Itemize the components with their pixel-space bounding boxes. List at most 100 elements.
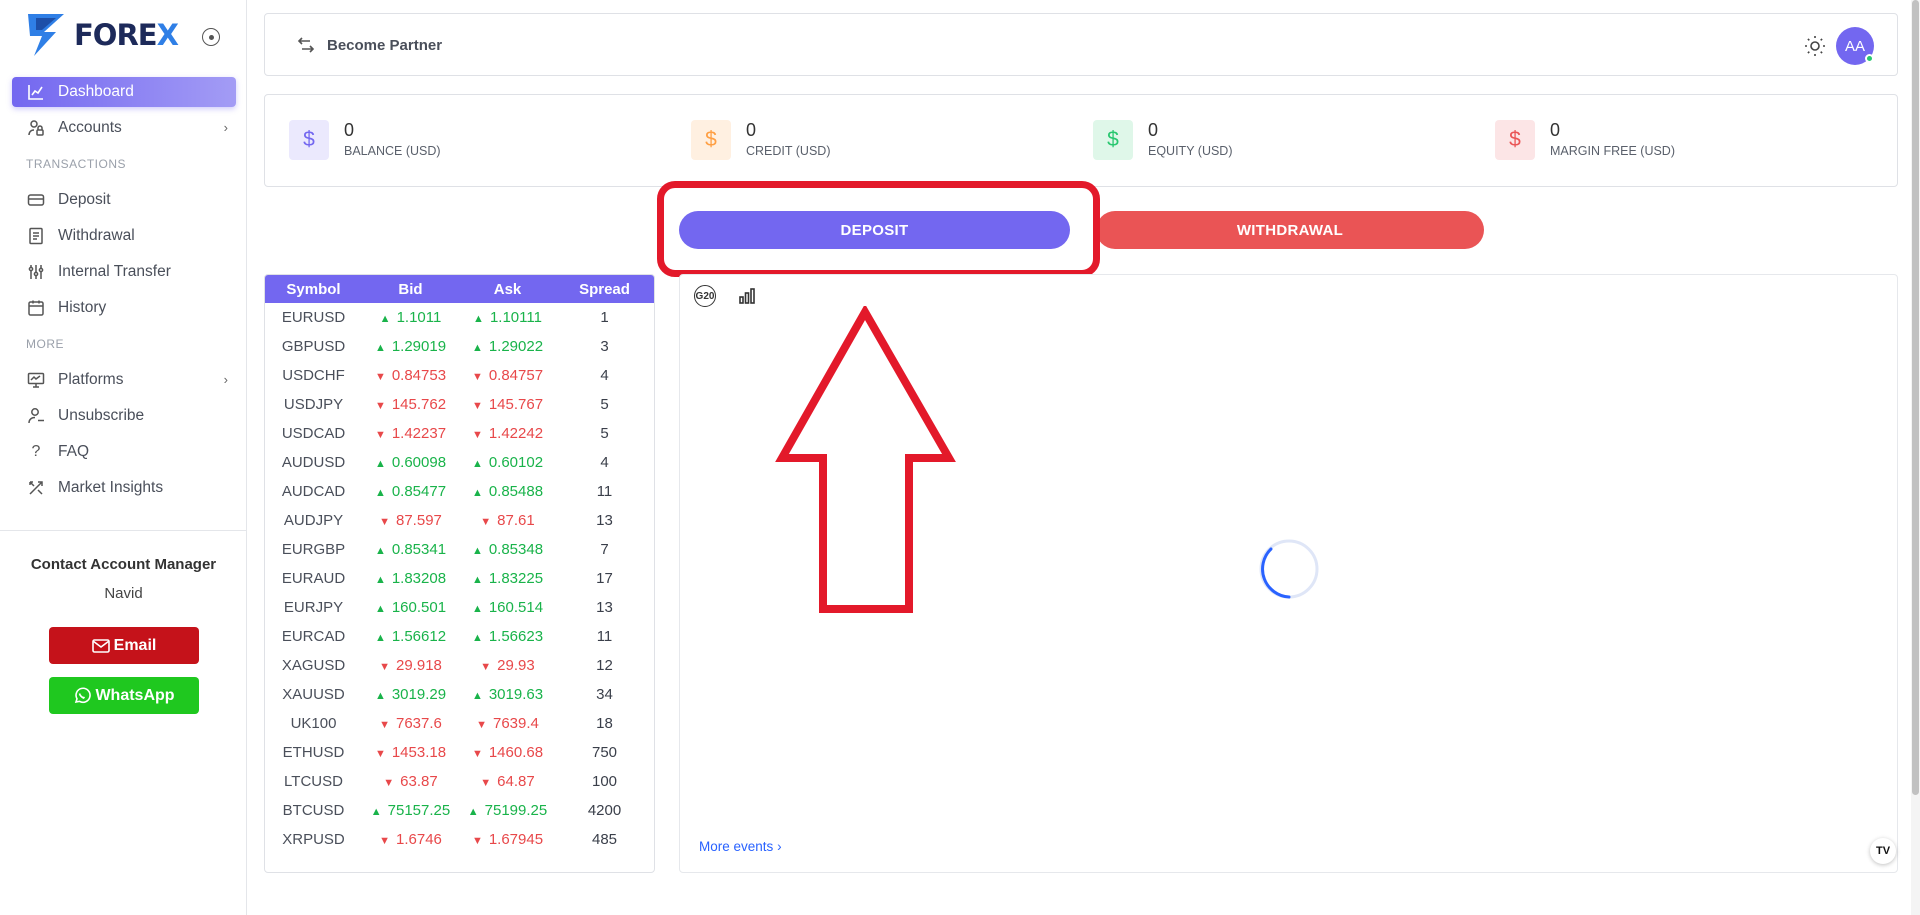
table-row[interactable]: LTCUSD ▼ 63.87 ▼ 64.87 100 — [265, 767, 654, 796]
sidebar-item-market-insights[interactable]: Market Insights — [12, 473, 236, 503]
avatar[interactable]: AA — [1836, 27, 1874, 65]
table-row[interactable]: AUDCAD ▲ 0.85477 ▲ 0.85488 11 — [265, 477, 654, 506]
arrow-up-icon: ▲ — [374, 574, 386, 586]
email-button[interactable]: Email — [49, 627, 199, 664]
table-row[interactable]: EURGBP ▲ 0.85341 ▲ 0.85348 7 — [265, 535, 654, 564]
page-scrollbar[interactable] — [1911, 0, 1920, 915]
sidebar-collapse-button[interactable] — [202, 28, 220, 46]
spread-cell: 12 — [596, 657, 613, 674]
ask-cell: ▲ 1.10111 — [459, 309, 556, 326]
brand-logo[interactable]: FOREX — [26, 12, 179, 58]
sidebar-item-label: Internal Transfer — [58, 263, 171, 280]
table-row[interactable]: USDJPY ▼ 145.762 ▼ 145.767 5 — [265, 390, 654, 419]
arrow-up-icon: ▲ — [374, 603, 386, 615]
withdrawal-button[interactable]: WITHDRAWAL — [1096, 211, 1484, 249]
symbol-cell: AUDUSD — [281, 454, 346, 471]
whatsapp-button[interactable]: WhatsApp — [49, 677, 199, 714]
table-row[interactable]: ETHUSD ▼ 1453.18 ▼ 1460.68 750 — [265, 738, 654, 767]
symbol-cell: USDJPY — [283, 396, 344, 413]
bid-cell-value: 63.87 — [400, 773, 438, 790]
table-row[interactable]: USDCHF ▼ 0.84753 ▼ 0.84757 4 — [265, 361, 654, 390]
arrow-down-icon: ▼ — [374, 400, 386, 412]
table-row[interactable]: GBPUSD ▲ 1.29019 ▲ 1.29022 3 — [265, 332, 654, 361]
sidebar-item-platforms[interactable]: Platforms › — [12, 365, 236, 395]
transfer-icon — [26, 262, 46, 282]
quotes-table-header: Symbol Bid Ask Spread — [265, 275, 654, 303]
symbol-cell: UK100 — [290, 715, 337, 732]
bid-cell: ▲ 0.60098 — [362, 454, 459, 471]
stat-value: 0 — [1550, 120, 1561, 140]
sidebar-item-faq[interactable]: ? FAQ — [12, 437, 236, 467]
sidebar-item-accounts[interactable]: Accounts › — [12, 113, 236, 143]
spread-cell: 4200 — [587, 802, 622, 819]
table-row[interactable]: EURCAD ▲ 1.56612 ▲ 1.56623 11 — [265, 622, 654, 651]
table-row[interactable]: USDCAD ▼ 1.42237 ▼ 1.42242 5 — [265, 419, 654, 448]
sidebar-item-deposit[interactable]: Deposit — [12, 185, 236, 215]
become-partner-link[interactable]: Become Partner — [295, 34, 442, 56]
table-row[interactable]: EURAUD ▲ 1.83208 ▲ 1.83225 17 — [265, 564, 654, 593]
bid-cell-value: 0.60098 — [391, 454, 447, 471]
sidebar-item-internal-transfer[interactable]: Internal Transfer — [12, 257, 236, 287]
stat-credit: $ 0 CREDIT (USD) — [691, 120, 831, 162]
more-events-link[interactable]: More events › — [699, 839, 782, 854]
bar-chart-icon[interactable] — [737, 286, 757, 306]
arrow-down-icon: ▼ — [471, 835, 483, 847]
table-row[interactable]: XAGUSD ▼ 29.918 ▼ 29.93 12 — [265, 651, 654, 680]
mail-icon — [91, 638, 110, 653]
sidebar-item-label: Market Insights — [58, 479, 164, 496]
ask-cell-value: 145.767 — [488, 396, 544, 413]
ask-cell-value: 3019.63 — [488, 686, 544, 703]
column-header-bid: Bid — [398, 280, 423, 298]
sidebar-item-label: FAQ — [58, 443, 90, 460]
more-events-label: More events — [699, 839, 774, 854]
sidebar-item-unsubscribe[interactable]: Unsubscribe — [12, 401, 236, 431]
sidebar-item-withdrawal[interactable]: Withdrawal — [12, 221, 236, 251]
arrow-up-icon: ▲ — [471, 545, 483, 557]
ask-cell-value: 7639.4 — [493, 715, 539, 732]
table-row[interactable]: AUDUSD ▲ 0.60098 ▲ 0.60102 4 — [265, 448, 654, 477]
ask-cell-value: 1.67945 — [488, 831, 544, 848]
table-row[interactable]: UK100 ▼ 7637.6 ▼ 7639.4 18 — [265, 709, 654, 738]
symbol-cell: GBPUSD — [281, 338, 346, 355]
table-row[interactable]: XAUUSD ▲ 3019.29 ▲ 3019.63 34 — [265, 680, 654, 709]
scrollbar-thumb[interactable] — [1912, 0, 1919, 795]
bid-cell-value: 0.85341 — [391, 541, 447, 558]
contact-account-manager: Contact Account Manager Navid Email What… — [0, 530, 247, 714]
bid-cell-value: 75157.25 — [387, 802, 451, 819]
arrow-up-icon: ▲ — [473, 313, 484, 325]
table-row[interactable]: AUDJPY ▼ 87.597 ▼ 87.61 13 — [265, 506, 654, 535]
table-row[interactable]: BTCUSD ▲ 75157.25 ▲ 75199.25 4200 — [265, 796, 654, 825]
ask-cell: ▲ 0.85488 — [459, 483, 556, 500]
email-button-label: Email — [113, 636, 157, 654]
arrow-up-icon: ▲ — [471, 632, 483, 644]
arrow-up-icon: ▲ — [374, 458, 386, 470]
spread-cell: 17 — [596, 570, 613, 587]
ask-cell-value: 0.60102 — [488, 454, 544, 471]
bid-cell-value: 1.1011 — [396, 309, 442, 326]
sidebar-item-label: Dashboard — [58, 83, 134, 100]
bid-cell: ▼ 29.918 — [362, 657, 459, 674]
g20-filter-button[interactable]: G20 — [694, 285, 716, 307]
sidebar-item-dashboard[interactable]: Dashboard — [12, 77, 236, 107]
tradingview-logo-icon[interactable]: TV — [1870, 838, 1896, 864]
sun-icon[interactable] — [1803, 34, 1827, 58]
symbol-cell: XAGUSD — [281, 657, 346, 674]
symbol-cell: USDCAD — [281, 425, 346, 442]
loading-spinner-icon — [1259, 539, 1319, 599]
sidebar-item-label: Platforms — [58, 371, 124, 388]
sidebar-item-history[interactable]: History — [12, 293, 236, 323]
table-row[interactable]: XRPUSD ▼ 1.6746 ▼ 1.67945 485 — [265, 825, 654, 854]
spread-cell: 750 — [591, 744, 618, 761]
bid-cell: ▲ 1.1011 — [362, 309, 459, 326]
symbol-cell: EURCAD — [281, 628, 346, 645]
swap-arrows-icon — [297, 37, 315, 53]
table-row[interactable]: EURUSD ▲ 1.1011 ▲ 1.10111 1 — [265, 303, 654, 332]
bid-cell: ▲ 75157.25 — [362, 802, 459, 819]
symbol-cell: ETHUSD — [282, 744, 345, 761]
ask-cell-value: 160.514 — [488, 599, 544, 616]
table-row[interactable]: EURJPY ▲ 160.501 ▲ 160.514 13 — [265, 593, 654, 622]
arrow-down-icon: ▼ — [480, 516, 492, 528]
ask-cell: ▼ 1.67945 — [459, 831, 556, 848]
ask-cell-value: 1.29022 — [488, 338, 544, 355]
sidebar-item-label: Accounts — [58, 119, 122, 136]
